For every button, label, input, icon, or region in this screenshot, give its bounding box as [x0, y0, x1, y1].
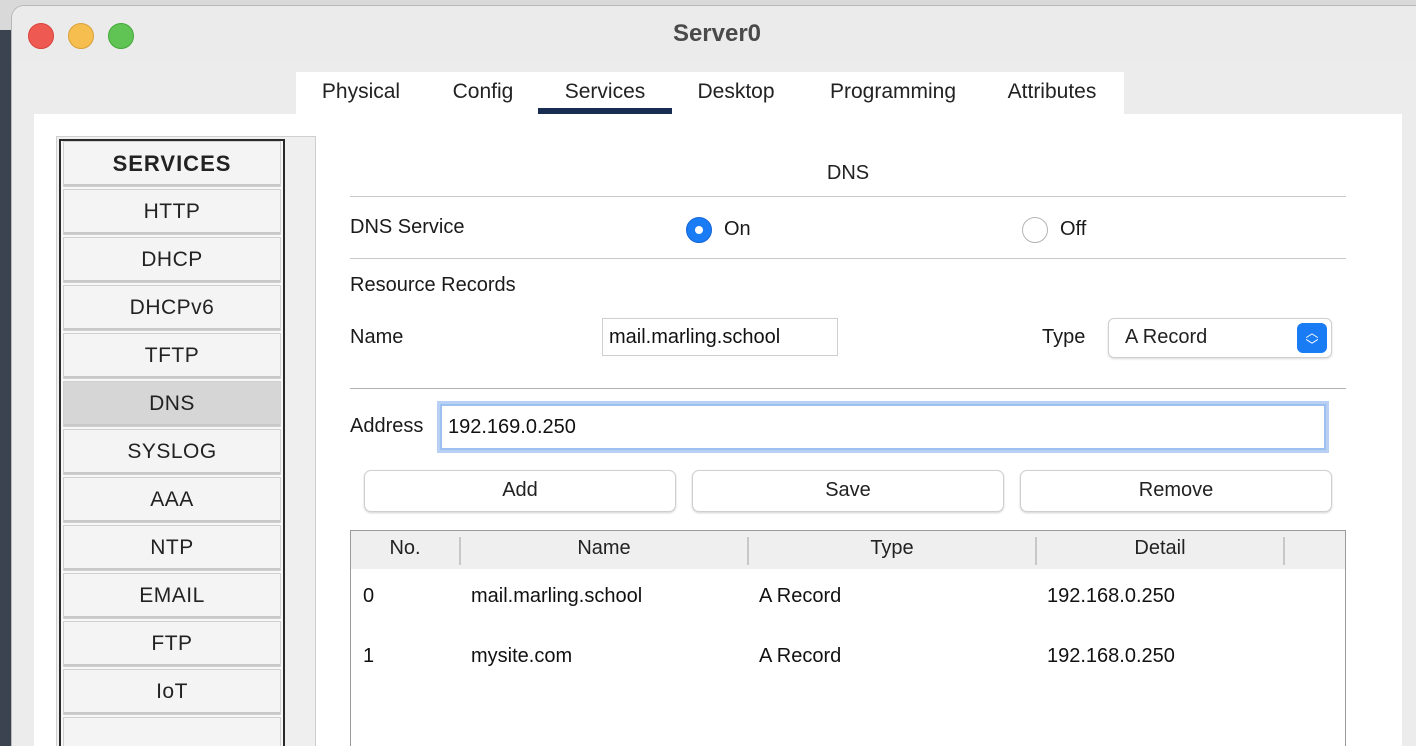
type-label: Type — [1042, 326, 1086, 348]
dns-records-table: No. Name Type Detail 0 mail.marling.scho… — [350, 530, 1346, 746]
cell-no: 1 — [363, 645, 375, 667]
name-input[interactable] — [602, 318, 838, 356]
column-header-name[interactable]: Name — [461, 531, 747, 569]
table-row[interactable]: 0 mail.marling.school A Record 192.168.0… — [351, 571, 1345, 627]
sidebar-item-tftp[interactable]: TFTP — [63, 333, 281, 379]
divider — [350, 258, 1346, 259]
cell-name: mail.marling.school — [471, 585, 643, 607]
tab-services[interactable]: Services — [538, 72, 672, 114]
dns-on-label[interactable]: On — [724, 218, 751, 241]
sidebar-item-aaa[interactable]: AAA — [63, 477, 281, 523]
cell-name: mysite.com — [471, 645, 573, 667]
dns-off-label[interactable]: Off — [1060, 218, 1086, 241]
cell-type: A Record — [759, 645, 842, 667]
sidebar-header: SERVICES — [63, 141, 281, 187]
dns-off-radio[interactable] — [1022, 217, 1048, 243]
column-header-type[interactable]: Type — [749, 531, 1035, 569]
title-bar: Server0 — [12, 6, 1416, 62]
name-label: Name — [350, 326, 404, 348]
sidebar-item-http[interactable]: HTTP — [63, 189, 281, 235]
divider — [350, 196, 1346, 197]
tab-programming[interactable]: Programming — [806, 72, 980, 114]
cell-no: 0 — [363, 585, 375, 607]
services-sidebar: SERVICES HTTP DHCP DHCPv6 TFTP DNS SYSLO… — [59, 139, 285, 746]
type-select[interactable]: A Record ︿ ﹀ — [1108, 318, 1332, 358]
sidebar-item-syslog[interactable]: SYSLOG — [63, 429, 281, 475]
window-title: Server0 — [672, 20, 762, 47]
dns-section-title: DNS — [826, 162, 870, 184]
sidebar-item-dns[interactable]: DNS — [63, 381, 281, 427]
column-header-no[interactable]: No. — [351, 531, 459, 569]
remove-button[interactable]: Remove — [1020, 470, 1332, 512]
tab-config[interactable]: Config — [428, 72, 538, 114]
dns-service-label: DNS Service — [350, 216, 465, 238]
sidebar-item-ftp[interactable]: FTP — [63, 621, 281, 667]
sidebar-item-iot[interactable]: IoT — [63, 669, 281, 715]
up-down-chevron-icon: ︿ ﹀ — [1297, 323, 1327, 353]
services-sidebar-container: SERVICES HTTP DHCP DHCPv6 TFTP DNS SYSLO… — [56, 136, 316, 746]
sidebar-item-dhcpv6[interactable]: DHCPv6 — [63, 285, 281, 331]
column-header-detail[interactable]: Detail — [1037, 531, 1283, 569]
tab-bar: Physical Config Services Desktop Program… — [296, 72, 1124, 114]
table-header: No. Name Type Detail — [351, 531, 1345, 569]
divider — [350, 388, 1346, 389]
add-button[interactable]: Add — [364, 470, 676, 512]
services-content: SERVICES HTTP DHCP DHCPv6 TFTP DNS SYSLO… — [34, 114, 1402, 746]
cell-detail: 192.168.0.250 — [1047, 645, 1175, 667]
server-window: Server0 Physical Config Services Desktop… — [12, 6, 1416, 746]
tab-attributes[interactable]: Attributes — [988, 72, 1116, 114]
resource-records-label: Resource Records — [350, 274, 516, 296]
sidebar-item-ntp[interactable]: NTP — [63, 525, 281, 571]
sidebar-item-email[interactable]: EMAIL — [63, 573, 281, 619]
save-button[interactable]: Save — [692, 470, 1004, 512]
address-input[interactable] — [440, 404, 1326, 450]
cell-type: A Record — [759, 585, 842, 607]
table-row[interactable]: 1 mysite.com A Record 192.168.0.250 — [351, 631, 1345, 687]
sidebar-item-dhcp[interactable]: DHCP — [63, 237, 281, 283]
column-separator — [1283, 537, 1285, 565]
address-label: Address — [350, 415, 424, 437]
dns-on-radio[interactable] — [686, 217, 712, 243]
dns-panel: DNS DNS Service On Off Resource Records … — [350, 114, 1346, 746]
cell-detail: 192.168.0.250 — [1047, 585, 1175, 607]
type-select-value: A Record — [1125, 326, 1208, 348]
tab-desktop[interactable]: Desktop — [674, 72, 798, 114]
tab-physical[interactable]: Physical — [296, 72, 426, 114]
